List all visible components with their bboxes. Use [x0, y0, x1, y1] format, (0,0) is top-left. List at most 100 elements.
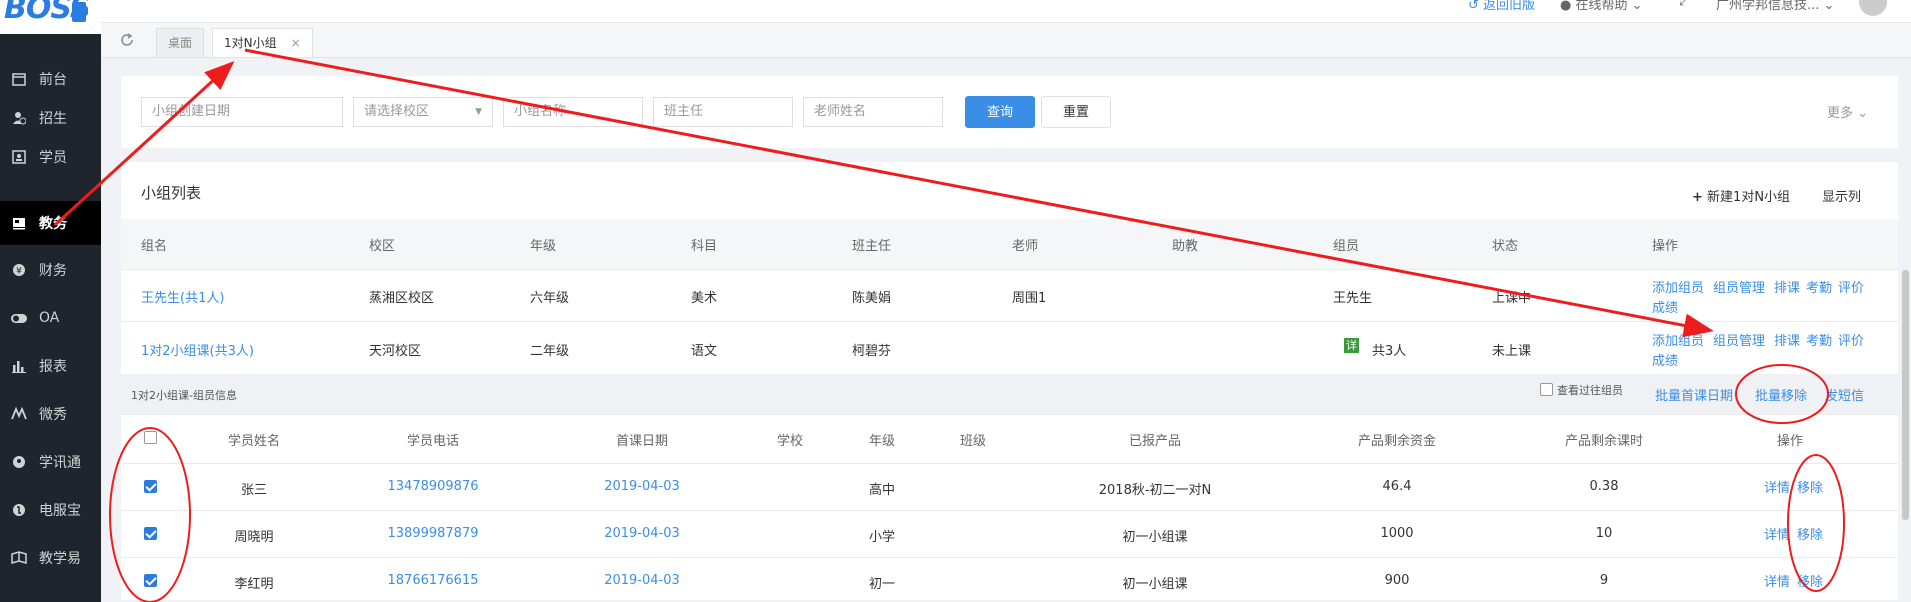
member-manage-link[interactable]: 组员管理 — [1713, 277, 1765, 296]
group-name-input[interactable]: 小组名称 — [503, 97, 643, 127]
sidebar-item-jiaoxueyi[interactable]: 教学易 — [0, 536, 101, 580]
evaluate-link[interactable]: 评价 — [1838, 277, 1864, 296]
detail-link[interactable]: 详情 — [1764, 571, 1790, 590]
sidebar-item-oa[interactable]: OA — [0, 296, 101, 340]
members-cell: 王先生 — [1333, 291, 1373, 306]
org-name: 广州学邦信息技... — [1716, 0, 1820, 13]
batch-first-date-link[interactable]: 批量首课日期 — [1655, 385, 1733, 404]
online-help-label: 在线帮助 — [1575, 0, 1628, 13]
sidebar-item-label: 前台 — [39, 72, 67, 88]
row-checkbox[interactable] — [144, 574, 157, 587]
sidebar-item-finance[interactable]: ¥ 财务 — [0, 248, 101, 292]
head-teacher-cell: 柯碧芬 — [852, 344, 892, 359]
more-filters-toggle[interactable]: 更多 ⌄ — [1827, 102, 1868, 121]
sidebar-item-xuexuntong[interactable]: 学讯通 — [0, 440, 101, 484]
reset-button[interactable]: 重置 — [1041, 96, 1111, 128]
group-name-link[interactable]: 1对2小组课(共3人) — [141, 340, 254, 359]
remove-link[interactable]: 移除 — [1797, 524, 1823, 543]
create-date-input[interactable]: 小组创建日期 — [141, 97, 343, 127]
show-past-members[interactable]: 查看过往组员 — [1540, 382, 1623, 398]
tab-1-to-n-group[interactable]: 1对N小组 × — [212, 28, 313, 57]
grade-cell: 二年级 — [530, 344, 570, 359]
sidebar-item-enrollment[interactable]: 招生 — [0, 96, 101, 140]
top-bar: ↺ 返回旧版 ● 在线帮助 ⌄ ⤢ 广州学邦信息技... ⌄ — [101, 0, 1911, 23]
student-phone-link[interactable]: 18766176615 — [388, 573, 479, 588]
subject-cell: 美术 — [691, 291, 718, 306]
location-icon — [11, 454, 27, 470]
row-checkbox[interactable] — [144, 527, 157, 540]
more-label: 更多 — [1827, 106, 1854, 121]
col-school: 学校 — [776, 434, 804, 449]
sidebar-item-dianfubao[interactable]: 电服宝 — [0, 488, 101, 532]
member-manage-link[interactable]: 组员管理 — [1713, 330, 1765, 349]
phone-icon — [11, 502, 27, 518]
grades-link[interactable]: 成绩 — [1652, 350, 1678, 369]
hours-cell: 0.38 — [1589, 479, 1619, 494]
schedule-link[interactable]: 排课 — [1774, 330, 1800, 349]
member-detail-badge[interactable]: 详 — [1344, 338, 1359, 353]
display-columns-button[interactable]: 显示列 — [1822, 186, 1861, 205]
sidebar-item-label: OA — [39, 310, 60, 326]
campus-select[interactable]: 请选择校区 ▼ — [353, 97, 493, 127]
first-date-link[interactable]: 2019-04-03 — [604, 526, 680, 541]
add-member-link[interactable]: 添加组员 — [1652, 330, 1704, 349]
sidebar-item-weixiu[interactable]: 微秀 — [0, 392, 101, 436]
detail-link[interactable]: 详情 — [1764, 524, 1790, 543]
online-help-link[interactable]: ● 在线帮助 ⌄ — [1560, 0, 1643, 13]
sidebar-item-label: 学员 — [39, 150, 67, 166]
sidebar: BOSS 前台 招生 学员 教务 ¥ 财务 OA 报表 微秀 学讯通 电服宝 教… — [0, 0, 101, 602]
org-switcher[interactable]: 广州学邦信息技... ⌄ — [1716, 0, 1834, 13]
attendance-link[interactable]: 考勤 — [1806, 330, 1832, 349]
status-cell: 未上课 — [1492, 344, 1532, 359]
sidebar-item-reports[interactable]: 报表 — [0, 344, 101, 388]
col-campus: 校区 — [369, 239, 396, 254]
sidebar-item-students[interactable]: 学员 — [0, 135, 101, 179]
schedule-link[interactable]: 排课 — [1774, 277, 1800, 296]
row-checkbox[interactable] — [144, 480, 157, 493]
send-sms-link[interactable]: 发短信 — [1825, 385, 1864, 404]
student-phone-link[interactable]: 13899987879 — [388, 526, 479, 541]
group-name-link[interactable]: 王先生(共1人) — [141, 287, 224, 306]
head-teacher-input[interactable]: 班主任 — [653, 97, 793, 127]
back-old-version-link[interactable]: ↺ 返回旧版 — [1468, 0, 1535, 13]
col-actions: 操作 — [1652, 239, 1679, 254]
chevron-down-icon: ▼ — [475, 107, 482, 117]
product-cell: 初一小组课 — [1122, 530, 1188, 545]
tab-desktop[interactable]: 桌面 — [156, 28, 205, 57]
close-icon[interactable]: × — [291, 36, 301, 50]
logo[interactable]: BOSS — [0, 0, 101, 34]
query-button[interactable]: 查询 — [965, 96, 1035, 128]
first-date-link[interactable]: 2019-04-03 — [604, 479, 680, 494]
sidebar-item-front-desk[interactable]: 前台 — [0, 57, 101, 101]
tab-bar: 桌面 1对N小组 × — [101, 23, 1911, 58]
evaluate-link[interactable]: 评价 — [1838, 330, 1864, 349]
student-phone-link[interactable]: 13478909876 — [388, 479, 479, 494]
grades-link[interactable]: 成绩 — [1652, 297, 1678, 316]
select-all-checkbox[interactable] — [144, 431, 157, 444]
new-group-button[interactable]: + 新建1对N小组 — [1692, 186, 1790, 205]
sidebar-item-label: 教务 — [39, 216, 67, 232]
col-grade: 年级 — [530, 239, 557, 254]
sidebar-item-label: 微秀 — [39, 407, 67, 423]
detail-link[interactable]: 详情 — [1764, 477, 1790, 496]
col-head-teacher: 班主任 — [852, 239, 892, 254]
refresh-icon[interactable] — [119, 32, 135, 52]
attendance-link[interactable]: 考勤 — [1806, 277, 1832, 296]
tab-label: 1对N小组 — [224, 36, 277, 50]
first-date-link[interactable]: 2019-04-03 — [604, 573, 680, 588]
show-past-checkbox[interactable] — [1540, 383, 1553, 396]
page-scrollbar[interactable] — [1902, 270, 1909, 520]
help-bubble-icon: ● — [1560, 0, 1572, 13]
col-member-actions: 操作 — [1776, 434, 1804, 449]
sidebar-item-academic[interactable]: 教务 — [0, 201, 101, 245]
sidebar-item-label: 报表 — [39, 359, 67, 375]
fullscreen-icon[interactable]: ⤢ — [1679, 0, 1689, 9]
teacher-name-input[interactable]: 老师姓名 — [803, 97, 943, 127]
remove-link[interactable]: 移除 — [1797, 571, 1823, 590]
avatar[interactable] — [1859, 0, 1887, 16]
remove-link[interactable]: 移除 — [1797, 477, 1823, 496]
wave-icon — [11, 406, 27, 422]
sidebar-item-label: 招生 — [39, 111, 67, 127]
add-member-link[interactable]: 添加组员 — [1652, 277, 1704, 296]
batch-remove-link[interactable]: 批量移除 — [1755, 385, 1807, 404]
